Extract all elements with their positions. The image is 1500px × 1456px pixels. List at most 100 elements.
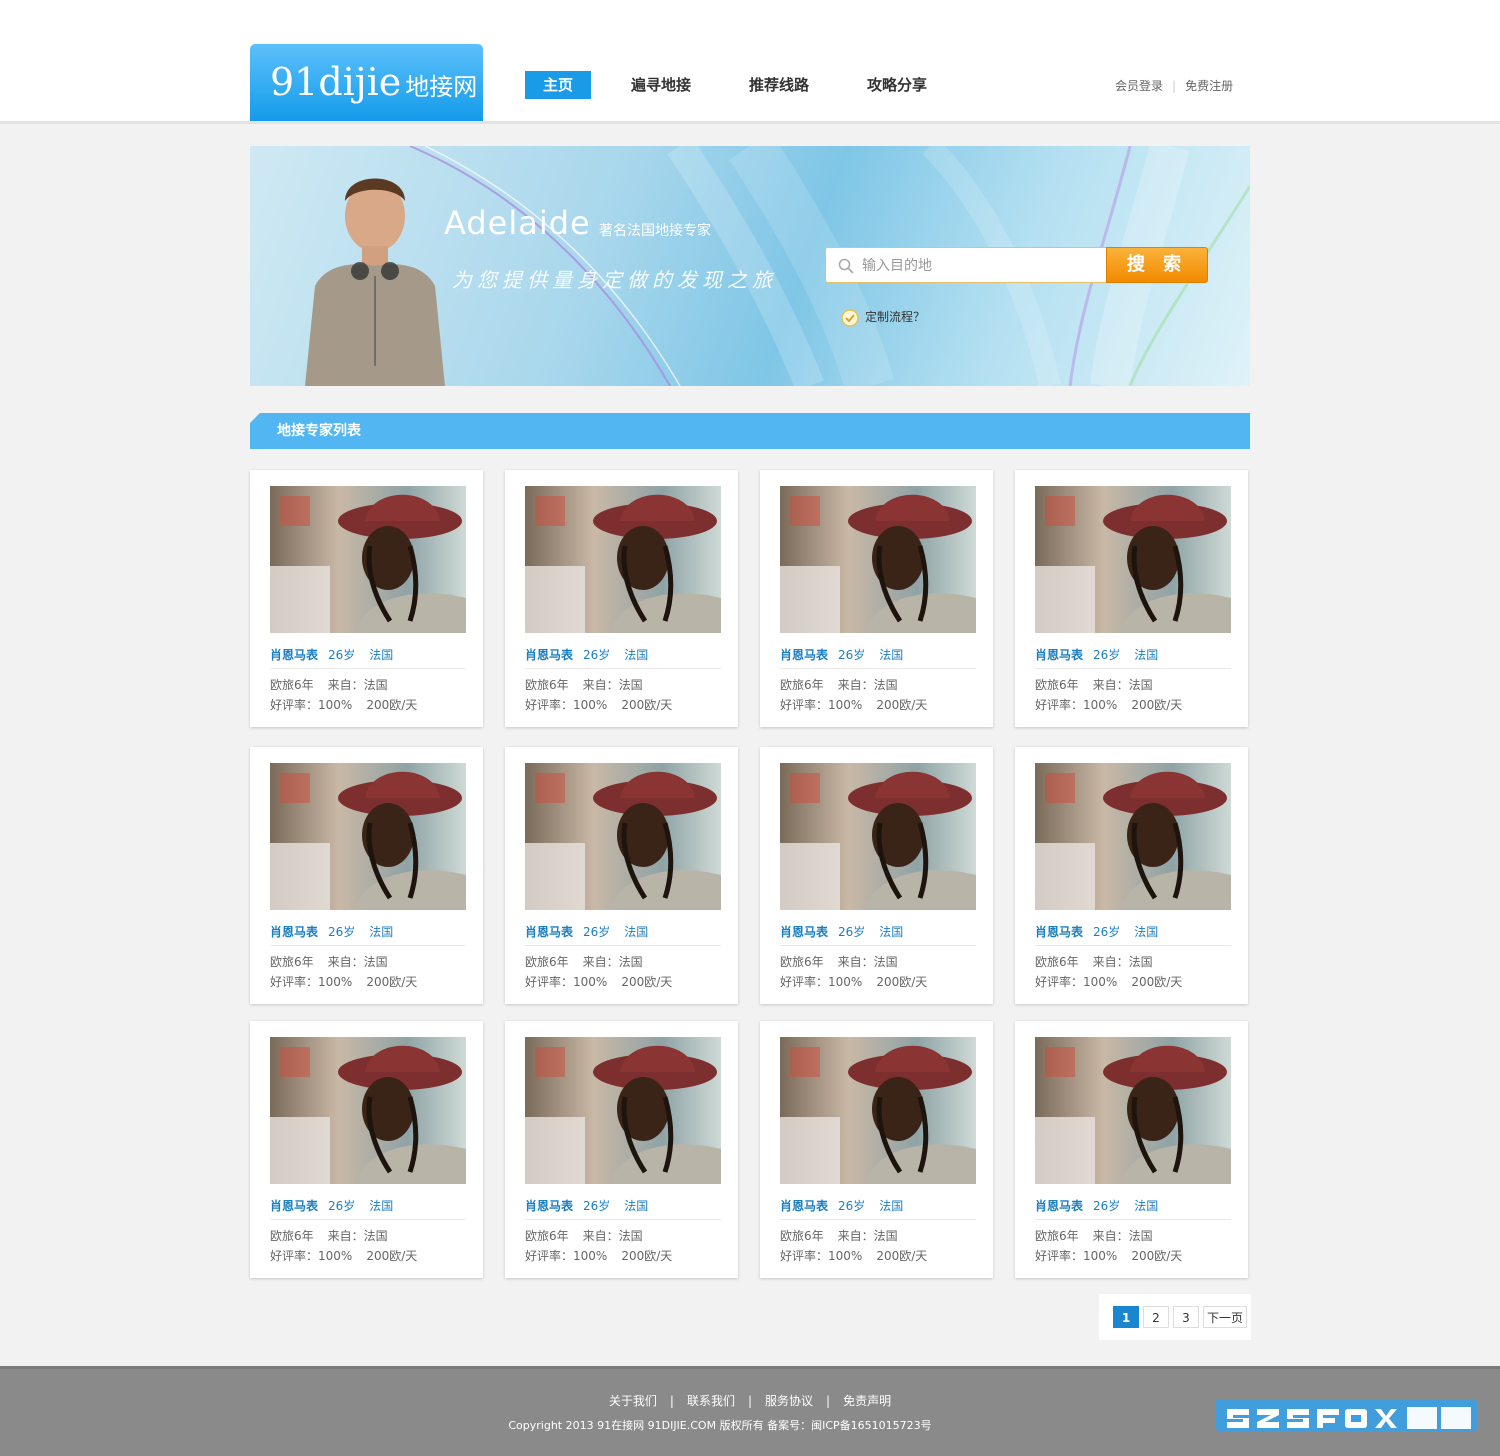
nav-recommended-routes[interactable]: 推荐线路 bbox=[731, 71, 827, 99]
guide-stats: 好评率：100% 200欧/天 bbox=[525, 696, 686, 713]
guide-name-line: 肖恩马表 26岁 法国 bbox=[525, 646, 721, 669]
footer-disclaimer[interactable]: 免责声明 bbox=[843, 1394, 891, 1408]
guide-name[interactable]: 肖恩马表 bbox=[1035, 1199, 1083, 1213]
footer-terms[interactable]: 服务协议 bbox=[765, 1394, 813, 1408]
guide-photo[interactable] bbox=[525, 763, 721, 910]
guide-photo[interactable] bbox=[525, 486, 721, 633]
guide-country[interactable]: 法国 bbox=[369, 925, 393, 939]
guide-name-line: 肖恩马表 26岁 法国 bbox=[270, 923, 466, 946]
guide-photo[interactable] bbox=[270, 1037, 466, 1184]
guide-from: 来自：法国 bbox=[1092, 955, 1153, 969]
logo-text-en: 91dijie bbox=[270, 60, 402, 104]
header: 91dijie 地接网 主页 遍寻地接 推荐线路 攻略分享 会员登录 | 免费注册 bbox=[0, 0, 1500, 124]
logo-text-cn: 地接网 bbox=[405, 73, 478, 101]
guide-photo[interactable] bbox=[1035, 486, 1231, 633]
guide-name-line: 肖恩马表 26岁 法国 bbox=[1035, 646, 1231, 669]
guide-card[interactable]: 肖恩马表 26岁 法国欧旅6年 来自：法国 好评率：100% 200欧/天 bbox=[760, 1021, 993, 1278]
guide-name[interactable]: 肖恩马表 bbox=[525, 648, 573, 662]
register-link[interactable]: 免费注册 bbox=[1185, 79, 1233, 93]
guide-card[interactable]: 肖恩马表 26岁 法国 欧旅6年 来自：法国 好评率：100% 200欧/天 bbox=[1015, 470, 1248, 727]
guide-country[interactable]: 法国 bbox=[369, 648, 393, 662]
guide-rating: 好评率：100% bbox=[1035, 975, 1118, 989]
guide-years: 欧旅6年 bbox=[1035, 678, 1079, 692]
guide-country[interactable]: 法国 bbox=[624, 1199, 648, 1213]
guide-name[interactable]: 肖恩马表 bbox=[270, 648, 318, 662]
guide-experience: 欧旅6年 来自：法国 bbox=[780, 1227, 912, 1244]
guide-name[interactable]: 肖恩马表 bbox=[270, 925, 318, 939]
next-page[interactable]: 下一页 bbox=[1203, 1306, 1247, 1328]
guide-photo[interactable] bbox=[780, 763, 976, 910]
banner-slogan: 为您提供量身定做的发现之旅 bbox=[452, 268, 777, 292]
page-2[interactable]: 2 bbox=[1143, 1306, 1169, 1328]
footer-about[interactable]: 关于我们 bbox=[609, 1394, 657, 1408]
guide-photo[interactable] bbox=[270, 763, 466, 910]
guide-from: 来自：法国 bbox=[1092, 678, 1153, 692]
guide-country[interactable]: 法国 bbox=[369, 1199, 393, 1213]
guide-card[interactable]: 肖恩马表 26岁 法国 欧旅6年 来自：法国 好评率：100% 200欧/天 bbox=[250, 1021, 483, 1278]
guide-card[interactable]: 肖恩马表 26岁 法国 欧旅6年 来自：法国 好评率：100% 200欧/天 bbox=[250, 747, 483, 1004]
banner-guide-title: 著名法国地接专家 bbox=[599, 223, 711, 239]
guide-name[interactable]: 肖恩马表 bbox=[1035, 648, 1083, 662]
guide-country[interactable]: 法国 bbox=[624, 648, 648, 662]
guide-card[interactable]: 肖恩马表 26岁 法国 欧旅6年 来自：法国 好评率：100% 200欧/天 bbox=[505, 1021, 738, 1278]
guide-card[interactable]: 肖恩马表 26岁 法国 欧旅6年 来自：法国 好评率：100% 200欧/天 bbox=[1015, 747, 1248, 1004]
guide-age: 26岁 bbox=[583, 648, 611, 662]
guide-from: 来自：法国 bbox=[327, 678, 388, 692]
guide-experience: 欧旅6年 来自：法国 bbox=[1035, 1227, 1167, 1244]
guide-name[interactable]: 肖恩马表 bbox=[270, 1199, 318, 1213]
nav-find-guides[interactable]: 遍寻地接 bbox=[613, 71, 709, 99]
guide-country[interactable]: 法国 bbox=[879, 925, 903, 939]
guide-experience: 欧旅6年 来自：法国 bbox=[525, 1227, 657, 1244]
guide-card[interactable]: 肖恩马表 26岁 法国欧旅6年 来自：法国好评率：100% 200欧/天 bbox=[505, 470, 738, 727]
guide-country[interactable]: 法国 bbox=[1134, 648, 1158, 662]
guide-name[interactable]: 肖恩马表 bbox=[525, 1199, 573, 1213]
guide-rating: 好评率：100% bbox=[270, 1249, 353, 1263]
guide-card[interactable]: 肖恩马表 26岁 法国 欧旅6年 来自：法国 好评率：100% 200欧/天 bbox=[505, 747, 738, 1004]
nav-home[interactable]: 主页 bbox=[525, 71, 592, 99]
nav-guides-sharing[interactable]: 攻略分享 bbox=[849, 71, 945, 99]
page-3[interactable]: 3 bbox=[1173, 1306, 1199, 1328]
guide-rating: 好评率：100% bbox=[780, 1249, 863, 1263]
guide-name[interactable]: 肖恩马表 bbox=[780, 648, 828, 662]
guide-photo[interactable] bbox=[1035, 1037, 1231, 1184]
guide-price: 200欧/天 bbox=[1131, 975, 1183, 989]
login-link[interactable]: 会员登录 bbox=[1115, 79, 1163, 93]
custom-flow-link[interactable]: 定制流程？ bbox=[841, 308, 925, 327]
guide-price: 200欧/天 bbox=[621, 698, 673, 712]
guide-age: 26岁 bbox=[328, 1199, 356, 1213]
page-1[interactable]: 1 bbox=[1113, 1306, 1139, 1328]
guide-years: 欧旅6年 bbox=[1035, 955, 1079, 969]
search-button[interactable]: 搜 索 bbox=[1106, 247, 1208, 283]
search-icon bbox=[838, 258, 854, 274]
guide-experience: 欧旅6年 来自：法国 bbox=[525, 676, 657, 693]
destination-search-input[interactable] bbox=[860, 254, 1104, 278]
guide-country[interactable]: 法国 bbox=[1134, 925, 1158, 939]
guide-country[interactable]: 法国 bbox=[879, 1199, 903, 1213]
guide-price: 200欧/天 bbox=[876, 1249, 928, 1263]
account-separator: | bbox=[1172, 79, 1177, 93]
site-logo[interactable]: 91dijie 地接网 bbox=[250, 44, 483, 121]
guide-card[interactable]: 肖恩马表 26岁 法国 欧旅6年 来自：法国 好评率：100% 200欧/天 bbox=[250, 470, 483, 727]
guide-rating: 好评率：100% bbox=[780, 698, 863, 712]
guide-photo[interactable] bbox=[780, 1037, 976, 1184]
guide-stats: 好评率：100% 200欧/天 bbox=[780, 1247, 941, 1264]
guide-card[interactable]: 肖恩马表 26岁 法国 欧旅6年 来自：法国 好评率：100% 200欧/天 bbox=[760, 470, 993, 727]
footer-contact[interactable]: 联系我们 bbox=[687, 1394, 735, 1408]
guide-name[interactable]: 肖恩马表 bbox=[780, 1199, 828, 1213]
guide-country[interactable]: 法国 bbox=[879, 648, 903, 662]
guide-card[interactable]: 肖恩马表 26岁 法国 欧旅6年 来自：法国 好评率：100% 200欧/天 bbox=[760, 747, 993, 1004]
guide-photo[interactable] bbox=[525, 1037, 721, 1184]
guide-country[interactable]: 法国 bbox=[1134, 1199, 1158, 1213]
guide-name[interactable]: 肖恩马表 bbox=[1035, 925, 1083, 939]
guide-age: 26岁 bbox=[838, 1199, 866, 1213]
guide-photo[interactable] bbox=[780, 486, 976, 633]
guide-card[interactable]: 肖恩马表 26岁 法国 欧旅6年 来自：法国 好评率：100% 200欧/天 bbox=[1015, 1021, 1248, 1278]
guide-photo[interactable] bbox=[270, 486, 466, 633]
guide-name[interactable]: 肖恩马表 bbox=[525, 925, 573, 939]
guide-photo[interactable] bbox=[1035, 763, 1231, 910]
guide-country[interactable]: 法国 bbox=[624, 925, 648, 939]
guide-name-line: 肖恩马表 26岁 法国 bbox=[780, 1197, 976, 1220]
guide-years: 欧旅6年 bbox=[525, 955, 569, 969]
guide-price: 200欧/天 bbox=[1131, 698, 1183, 712]
guide-name[interactable]: 肖恩马表 bbox=[780, 925, 828, 939]
